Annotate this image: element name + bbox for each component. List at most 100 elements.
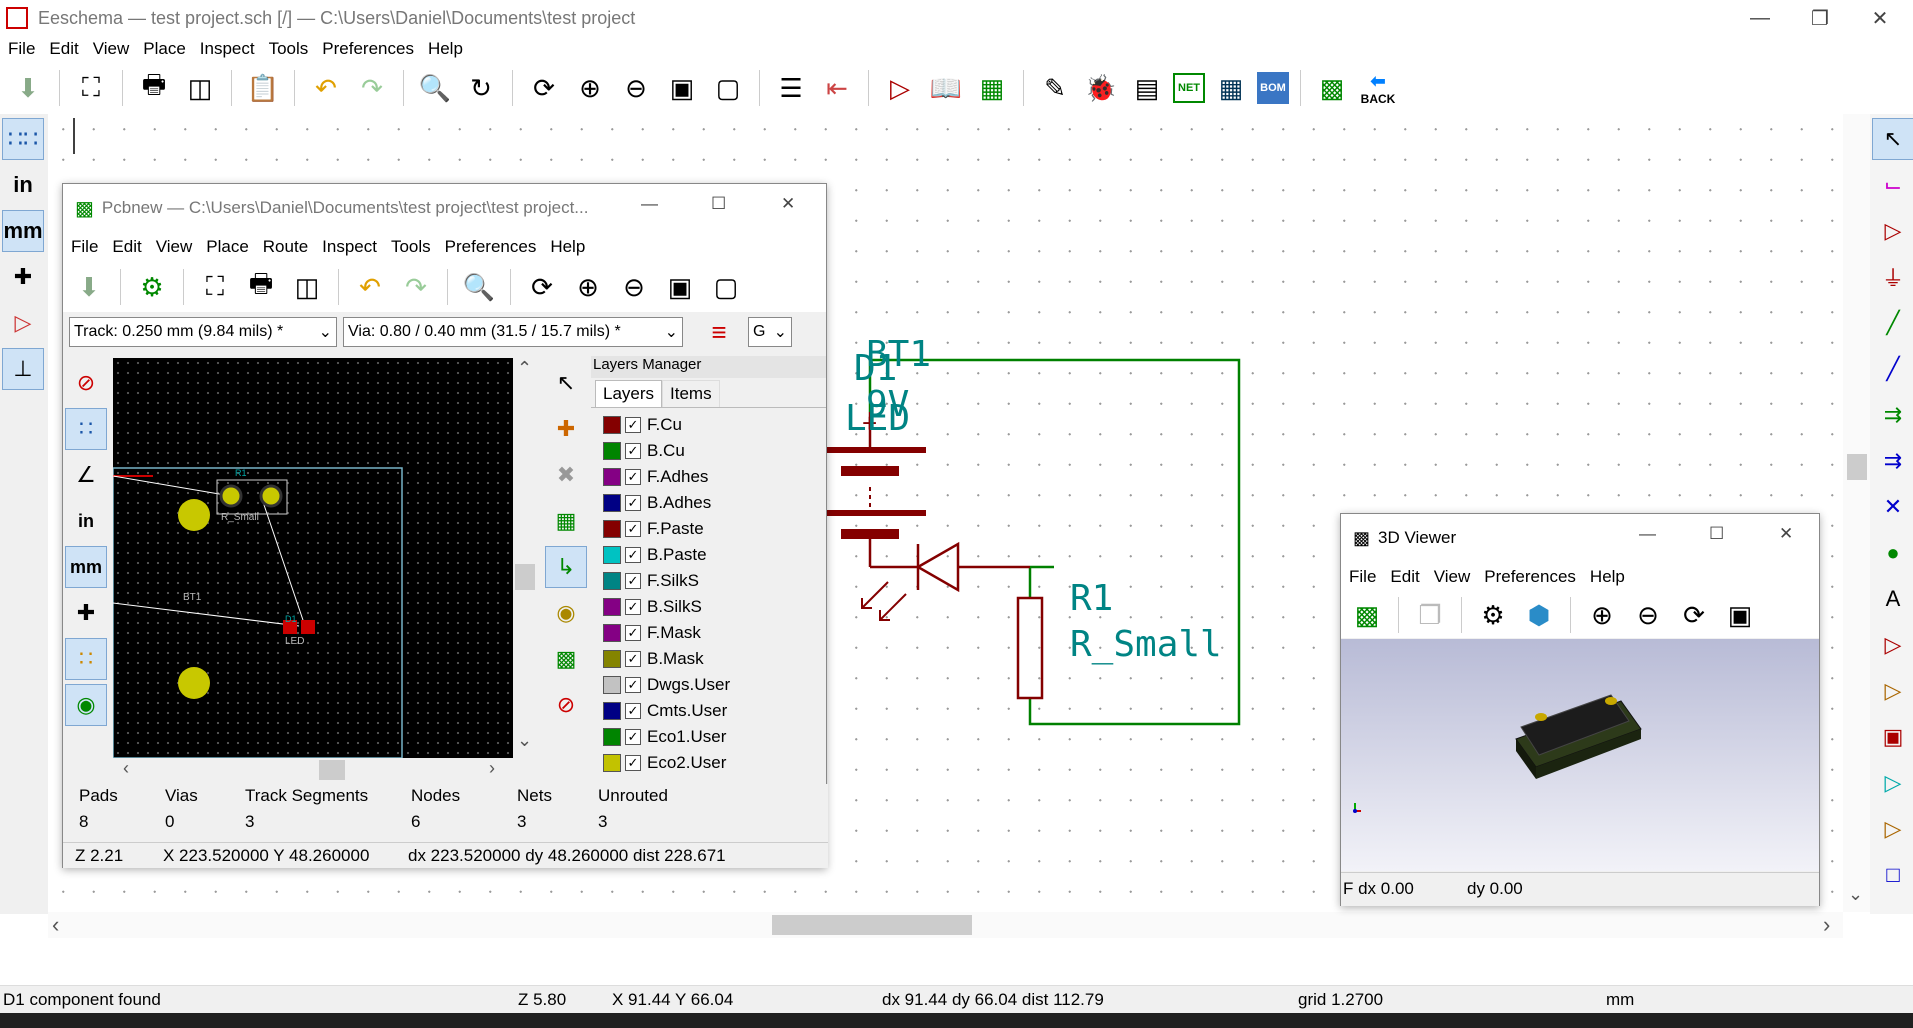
pcb-canvas[interactable]: R1 R_Small BT1 D1 LED [113, 358, 513, 758]
no-connect-icon[interactable]: ✕ [1872, 486, 1913, 528]
layer-visibility-checkbox[interactable]: ✓ [625, 469, 641, 485]
zoom-out-icon[interactable]: ⊖ [616, 68, 656, 108]
scroll-left-icon[interactable]: ‹ [52, 912, 59, 938]
pcb-select-icon[interactable]: ↖ [545, 362, 587, 404]
bom-icon[interactable]: BOM [1257, 72, 1289, 104]
pcbnew-menu-view[interactable]: View [156, 237, 193, 257]
layer-visibility-checkbox[interactable]: ✓ [625, 729, 641, 745]
pcbnew-plot-icon[interactable]: ◫ [287, 267, 327, 307]
pcb-vertical-scrollbar[interactable]: ⌃ ⌄ [513, 358, 539, 758]
scroll-down-icon[interactable]: ⌄ [1848, 884, 1863, 905]
pcb-scroll-up-icon[interactable]: ⌃ [517, 358, 532, 379]
layer-color-swatch[interactable] [603, 416, 621, 434]
pcbnew-cursor-icon[interactable]: ✚ [65, 592, 107, 634]
layer-color-swatch[interactable] [603, 624, 621, 642]
viewer3d-maximize-button[interactable]: ☐ [1709, 524, 1724, 544]
find-replace-icon[interactable]: ↻ [461, 68, 501, 108]
zoom-selection-icon[interactable]: ▢ [708, 68, 748, 108]
polar-coords-icon[interactable]: ∠ [65, 454, 107, 496]
resistor-r1-symbol[interactable] [1016, 596, 1044, 700]
hidden-pins-icon[interactable]: ▷ [2, 302, 44, 344]
pcbnew-redraw-icon[interactable]: ⟳ [522, 267, 562, 307]
layer-visibility-checkbox[interactable]: ✓ [625, 573, 641, 589]
layer-visibility-checkbox[interactable]: ✓ [625, 625, 641, 641]
board-setup-icon[interactable]: ⚙ [132, 267, 172, 307]
menu-view[interactable]: View [93, 39, 130, 59]
pcbnew-maximize-button[interactable]: ☐ [711, 194, 726, 214]
viewer3d-menu-edit[interactable]: Edit [1390, 567, 1419, 587]
assign-footprints-icon[interactable]: ▤ [1127, 68, 1167, 108]
local-ratsnest-icon[interactable]: ✚ [545, 408, 587, 450]
viewer3d-menu-view[interactable]: View [1434, 567, 1471, 587]
layer-color-swatch[interactable] [603, 520, 621, 538]
pcbnew-icon[interactable]: ▩ [1312, 68, 1352, 108]
track-outline-icon[interactable]: ◉ [65, 684, 107, 726]
menu-edit[interactable]: Edit [49, 39, 78, 59]
pcbnew-undo-icon[interactable]: ↶ [350, 267, 390, 307]
layer-color-swatch[interactable] [603, 468, 621, 486]
add-global-label-icon[interactable]: ▷ [1872, 624, 1913, 666]
layer-row[interactable]: ✓ Dwgs.User [591, 672, 826, 698]
import-sheet-pin-icon[interactable]: ▷ [1872, 762, 1913, 804]
reload-board-icon[interactable]: ▩ [1347, 595, 1387, 635]
cursor-shape-icon[interactable]: ✚ [2, 256, 44, 298]
add-bus-icon[interactable]: ╱ [1872, 348, 1913, 390]
layer-row[interactable]: ✓ B.Adhes [591, 490, 826, 516]
viewer3d-zoom-out-icon[interactable]: ⊖ [1628, 595, 1668, 635]
select-arrow-icon[interactable]: ↖ [1872, 118, 1913, 160]
bus-to-bus-entry-icon[interactable]: ⇉ [1872, 440, 1913, 482]
add-power-icon[interactable]: ⏚ [1872, 256, 1913, 298]
add-via-icon[interactable]: ◉ [545, 592, 587, 634]
layer-visibility-checkbox[interactable]: ✓ [625, 417, 641, 433]
layer-row[interactable]: ✓ Eco1.User [591, 724, 826, 750]
layer-row[interactable]: ✓ B.Paste [591, 542, 826, 568]
horizontal-scrollbar[interactable]: ‹ › [48, 912, 1843, 938]
pcbnew-menu-place[interactable]: Place [206, 237, 249, 257]
layer-row[interactable]: ✓ Eco2.User [591, 750, 826, 776]
wire-to-bus-entry-icon[interactable]: ⇉ [1872, 394, 1913, 436]
layer-visibility-checkbox[interactable]: ✓ [625, 599, 641, 615]
plot-icon[interactable]: ◫ [180, 68, 220, 108]
grid-toggle-icon[interactable]: ∷∷ [2, 118, 44, 160]
layer-visibility-checkbox[interactable]: ✓ [625, 755, 641, 771]
pcb-vertical-scroll-thumb[interactable] [515, 564, 535, 590]
pcbnew-save-icon[interactable]: ⬇ [69, 267, 109, 307]
erc-icon[interactable]: 🐞 [1081, 68, 1121, 108]
hidden-ratsnest-icon[interactable]: ✖ [545, 454, 587, 496]
viewer3d-minimize-button[interactable]: — [1639, 524, 1656, 544]
close-button[interactable]: ✕ [1850, 0, 1910, 36]
layer-visibility-checkbox[interactable]: ✓ [625, 521, 641, 537]
netlist-icon[interactable]: NET [1173, 73, 1205, 103]
layer-visibility-checkbox[interactable]: ✓ [625, 677, 641, 693]
viewer3d-menu-help[interactable]: Help [1590, 567, 1625, 587]
paste-icon[interactable]: 📋 [243, 68, 283, 108]
horizontal-scroll-thumb[interactable] [772, 915, 972, 935]
layer-color-swatch[interactable] [603, 546, 621, 564]
pcb-scroll-left-icon[interactable]: ‹ [123, 758, 129, 779]
layer-color-swatch[interactable] [603, 572, 621, 590]
redraw-icon[interactable]: ⟳ [524, 68, 564, 108]
viewer3d-zoom-in-icon[interactable]: ⊕ [1582, 595, 1622, 635]
menu-inspect[interactable]: Inspect [200, 39, 255, 59]
add-footprint-icon[interactable]: ▦ [545, 500, 587, 542]
minimize-button[interactable]: — [1730, 0, 1790, 36]
page-settings-icon[interactable]: ⛶ [71, 68, 111, 108]
pcb-scroll-down-icon[interactable]: ⌄ [517, 730, 532, 751]
layer-visibility-checkbox[interactable]: ✓ [625, 443, 641, 459]
grid-select[interactable]: G ⌄ [748, 317, 792, 347]
layer-row[interactable]: ✓ B.Cu [591, 438, 826, 464]
vertical-scroll-thumb[interactable] [1847, 454, 1867, 480]
pcbnew-menu-edit[interactable]: Edit [112, 237, 141, 257]
highlight-net-icon[interactable]: ⌙ [1872, 164, 1913, 206]
route-track-icon[interactable]: ↳ [545, 546, 587, 588]
pcbnew-menu-inspect[interactable]: Inspect [322, 237, 377, 257]
layer-color-swatch[interactable] [603, 650, 621, 668]
tab-items[interactable]: Items [662, 380, 720, 407]
save-icon[interactable]: ⬇ [8, 68, 48, 108]
zoom-fit-icon[interactable]: ▣ [662, 68, 702, 108]
add-sheet-icon[interactable]: ▣ [1872, 716, 1913, 758]
drc-off-icon[interactable]: ⊘ [65, 362, 107, 404]
viewer3d-menu-file[interactable]: File [1349, 567, 1376, 587]
redo-icon[interactable]: ↷ [352, 68, 392, 108]
raytracing-icon[interactable]: ⬢ [1519, 595, 1559, 635]
